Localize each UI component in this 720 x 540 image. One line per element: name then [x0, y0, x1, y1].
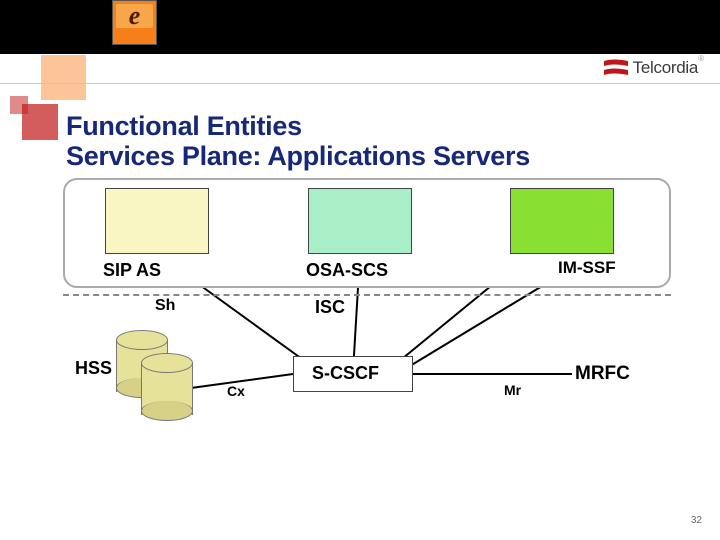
telcordia-logo: Telcordia — [603, 58, 698, 78]
title-line-2: Services Plane: Applications Servers — [66, 141, 530, 171]
label-mrfc: MRFC — [575, 363, 630, 385]
label-s-cscf: S-CSCF — [312, 363, 379, 384]
decor-orange-square-2 — [41, 55, 86, 100]
label-sh: Sh — [155, 297, 175, 315]
slide: e Telcordia ® Functional Entities Servic… — [0, 0, 720, 540]
logo-mark-icon — [603, 58, 629, 78]
top-black-band — [0, 0, 720, 54]
osa-scs-block — [308, 188, 412, 254]
sip-as-block — [105, 188, 209, 254]
label-im-ssf: IM-SSF — [558, 258, 616, 278]
decor-red-square-big — [22, 104, 58, 140]
dashed-divider — [63, 294, 671, 296]
label-isc: ISC — [315, 297, 345, 318]
label-sip-as: SIP AS — [103, 260, 161, 281]
page-number: 32 — [691, 515, 702, 526]
logo-text: Telcordia — [633, 58, 698, 78]
title-line-1: Functional Entities — [66, 111, 530, 141]
label-hss: HSS — [75, 358, 112, 379]
slide-title: Functional Entities Services Plane: Appl… — [66, 111, 530, 171]
horizontal-rule — [0, 83, 720, 84]
logo-trademark: ® — [698, 54, 704, 63]
decor-e-glyph: e — [116, 4, 153, 28]
hss-cylinder-front — [141, 353, 193, 421]
label-mr: Mr — [504, 382, 521, 398]
label-osa-scs: OSA-SCS — [306, 260, 388, 281]
label-cx: Cx — [227, 383, 245, 399]
im-ssf-block — [510, 188, 614, 254]
